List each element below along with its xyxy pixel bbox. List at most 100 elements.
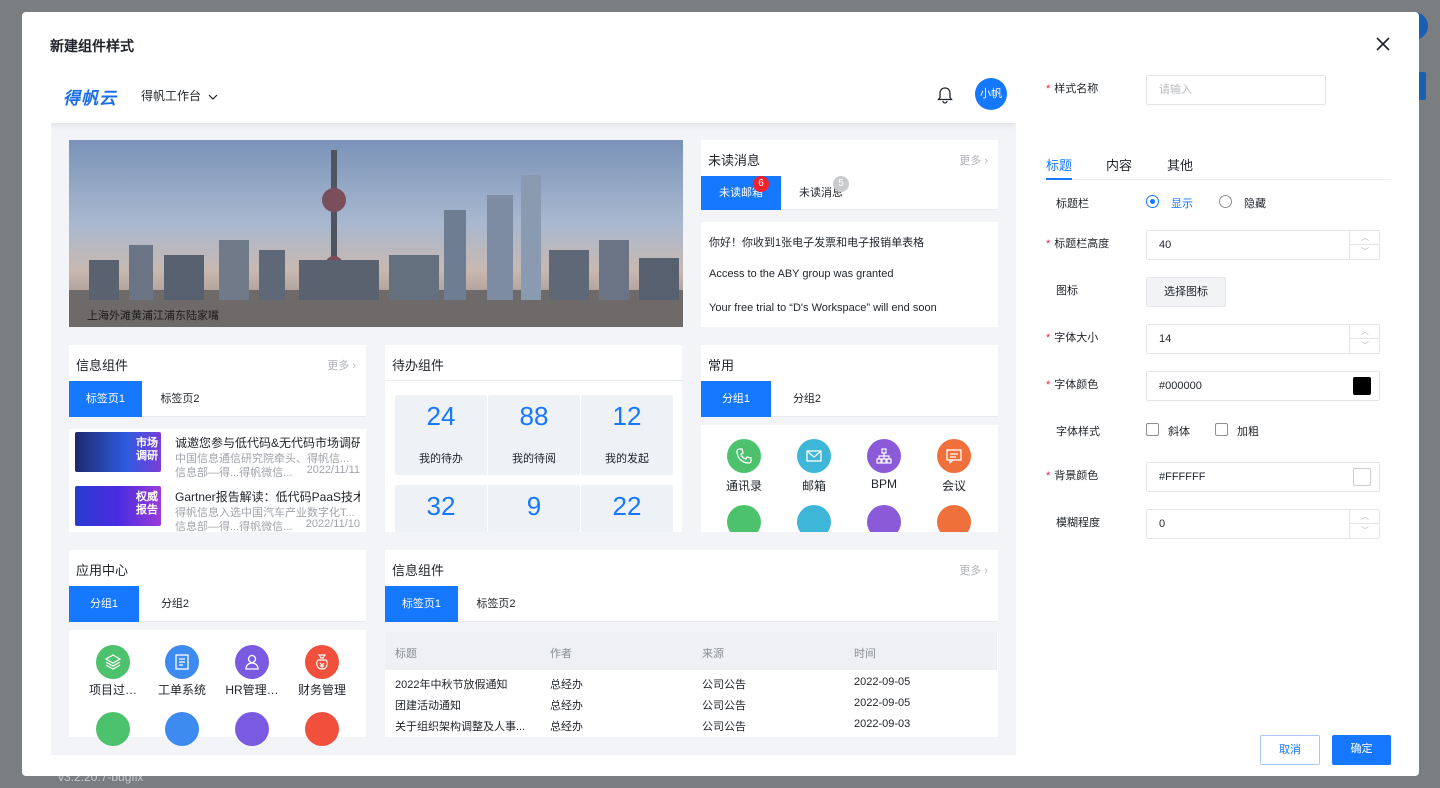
message-item[interactable]: Your free trial to “D's Workspace” will … — [709, 302, 937, 314]
info-component-card: 信息组件 更多 › 标签页1 标签页2 市场调研 诚邀您参与低代码&无代码市场调… — [69, 345, 366, 533]
hide-label: 隐藏 — [1244, 198, 1266, 210]
app-label: 财务管理 — [297, 683, 346, 697]
common-app-grid: 通讯录 邮箱 BPM 会议 — [701, 425, 998, 532]
confirm-button[interactable]: 确定 — [1332, 735, 1391, 765]
more-link[interactable]: 更多 › — [327, 357, 356, 373]
stepper-up[interactable]: ︿ — [1350, 510, 1380, 524]
card-title: 信息组件 — [392, 563, 445, 578]
italic-checkbox[interactable] — [1146, 423, 1159, 436]
news-source: 信息部—得...得帆微信... — [175, 467, 293, 479]
select-icon-button[interactable]: 选择图标 — [1146, 277, 1226, 307]
card-title: 常用 — [708, 358, 735, 373]
preview-panel: 得帆云 得帆工作台 小帆 上海外滩黄浦江浦东陆家嘴 未读消息 更多 › 未读邮箱… — [51, 67, 1016, 755]
color-swatch[interactable] — [1353, 468, 1371, 486]
cancel-button[interactable]: 取消 — [1260, 735, 1320, 765]
list-item[interactable]: 市场调研 诚邀您参与低代码&无代码市场调研... 中国信息通信研究院牵头、得帆信… — [75, 432, 360, 479]
app-ticket[interactable] — [165, 645, 199, 679]
unread-badge: 5 — [833, 176, 849, 192]
tab-group-2[interactable]: 分组2 — [139, 586, 211, 622]
stepper-down[interactable]: ﹀ — [1350, 245, 1380, 259]
checklist-icon[interactable] — [797, 505, 831, 532]
required-mark: * — [1046, 83, 1051, 95]
tab-page-2[interactable]: 标签页2 — [458, 586, 534, 622]
tab-other[interactable]: 其他 — [1167, 155, 1193, 174]
radio-show[interactable] — [1146, 195, 1159, 208]
stepper-up[interactable]: ︿ — [1350, 231, 1380, 245]
tab-group-1[interactable]: 分组1 — [701, 381, 771, 417]
more-link[interactable]: 更多 › — [959, 152, 988, 168]
org-chart-icon[interactable] — [235, 712, 269, 746]
globe-icon[interactable] — [165, 712, 199, 746]
app-meeting[interactable] — [937, 439, 971, 473]
app-center-tabs: 分组1 分组2 — [69, 586, 366, 622]
app-hr[interactable] — [235, 645, 269, 679]
font-color-input[interactable]: #000000 — [1146, 371, 1380, 401]
bell-icon[interactable] — [935, 85, 955, 105]
message-item[interactable]: 你好！你收到1张电子发票和电子报销单表格 — [709, 234, 924, 250]
cell-author: 总经办 — [550, 679, 583, 691]
blur-input[interactable]: 0 ︿ ﹀ — [1146, 509, 1380, 539]
tab-title[interactable]: 标题 — [1046, 155, 1072, 174]
todo-cell[interactable]: 88 我的待阅 — [488, 395, 580, 475]
bold-checkbox[interactable] — [1215, 423, 1228, 436]
required-mark: * — [1046, 379, 1051, 391]
news-title: Gartner报告解读：低代码PaaS技术... — [175, 490, 360, 504]
chart-icon[interactable] — [96, 712, 130, 746]
tab-group-1[interactable]: 分组1 — [69, 586, 139, 622]
close-icon[interactable] — [1373, 34, 1393, 54]
tab-group-2[interactable]: 分组2 — [771, 381, 843, 417]
unread-card-header: 未读消息 更多 › 未读邮箱 6 未读消息 5 — [701, 140, 998, 210]
stepper-down[interactable]: ﹀ — [1350, 524, 1380, 538]
required-mark: * — [1046, 470, 1051, 482]
input-value: #000000 — [1159, 380, 1202, 392]
divider — [385, 622, 998, 632]
more-link[interactable]: 更多 › — [959, 562, 988, 578]
bg-color-input[interactable]: #FFFFFF — [1146, 462, 1380, 492]
stepper-down[interactable]: ﹀ — [1350, 339, 1380, 353]
style-config-panel: * 样式名称 请输入 标题 内容 其他 标题栏 显示 隐藏 * 标题栏高度 40 ︿… — [1046, 67, 1396, 765]
thumbnail-text: 权威报告 — [136, 491, 158, 516]
add-icon[interactable] — [937, 505, 971, 532]
money-bag-icon — [316, 654, 328, 670]
message-item[interactable]: Access to the ABY group was granted — [709, 268, 893, 280]
todo-cell[interactable]: 24 我的待办 — [395, 395, 487, 475]
app-contacts[interactable] — [727, 439, 761, 473]
unread-badge: 6 — [753, 176, 769, 192]
card-title: 待办组件 — [392, 358, 445, 373]
todo-cell[interactable]: 22 — [581, 485, 673, 532]
column-header: 时间 — [854, 648, 876, 660]
app-mail[interactable] — [797, 439, 831, 473]
tab-unread-mail[interactable]: 未读邮箱 6 — [701, 176, 781, 210]
calendar-icon[interactable] — [727, 505, 761, 532]
number-stepper: ︿ ﹀ — [1349, 510, 1380, 538]
stepper-up[interactable]: ︿ — [1350, 325, 1380, 339]
app-bpm[interactable] — [867, 439, 901, 473]
tab-unread-messages[interactable]: 未读消息 5 — [781, 176, 861, 210]
tab-content[interactable]: 内容 — [1106, 155, 1132, 174]
card-title: 应用中心 — [76, 563, 129, 578]
brand-logo: 得帆云 — [63, 89, 117, 108]
add-icon[interactable] — [305, 712, 339, 746]
workspace-switcher[interactable]: 得帆工作台 — [141, 87, 218, 104]
color-swatch[interactable] — [1353, 377, 1371, 395]
font-size-input[interactable]: 14 ︿ ﹀ — [1146, 324, 1380, 354]
todo-cell[interactable]: 9 — [488, 485, 580, 532]
tab-page-1[interactable]: 标签页1 — [69, 381, 142, 417]
radio-hide[interactable] — [1219, 195, 1232, 208]
tab-page-1[interactable]: 标签页1 — [385, 586, 458, 622]
tab-page-2[interactable]: 标签页2 — [142, 381, 218, 417]
todo-cell[interactable]: 32 — [395, 485, 487, 532]
column-header: 标题 — [395, 648, 417, 660]
list-item[interactable]: 权威报告 Gartner报告解读：低代码PaaS技术... 得帆信息入选中国汽车… — [75, 486, 360, 533]
title-height-input[interactable]: 40 ︿ ﹀ — [1146, 230, 1380, 260]
font-style-label: 字体样式 — [1056, 426, 1100, 438]
app-project[interactable] — [96, 645, 130, 679]
todo-count: 22 — [612, 491, 642, 521]
todo-cell[interactable]: 12 我的发起 — [581, 395, 673, 475]
avatar[interactable]: 小帆 — [975, 78, 1007, 110]
app-finance[interactable] — [305, 645, 339, 679]
info-table-card: 信息组件 更多 › 标签页1 标签页2 标题 作者 来源 时间 2022年中秋节… — [385, 550, 998, 737]
style-name-input[interactable]: 请输入 — [1146, 75, 1326, 105]
input-value: #FFFFFF — [1159, 471, 1206, 483]
monitor-icon[interactable] — [867, 505, 901, 532]
